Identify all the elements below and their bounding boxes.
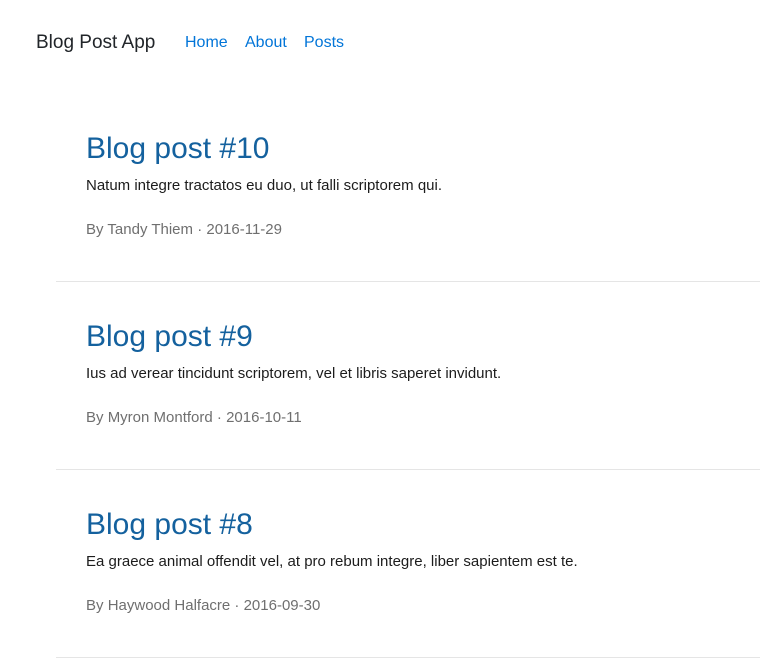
nav-link-about[interactable]: About bbox=[245, 32, 287, 54]
post-meta: By Haywood Halfacre · 2016-09-30 bbox=[86, 596, 320, 616]
post-date: 2016-10-11 bbox=[226, 409, 302, 426]
brand-link[interactable]: Blog Post App bbox=[36, 31, 155, 55]
post-item: Blog post #8 Ea graece animal offendit v… bbox=[56, 507, 760, 658]
meta-separator: · bbox=[216, 409, 222, 426]
post-meta: By Tandy Thiem · 2016-11-29 bbox=[86, 220, 282, 240]
author-prefix: By bbox=[86, 221, 104, 238]
nav-link-posts[interactable]: Posts bbox=[304, 32, 344, 54]
meta-separator: · bbox=[234, 597, 240, 614]
post-author: Haywood Halfacre bbox=[107, 597, 231, 614]
author-prefix: By bbox=[86, 409, 104, 426]
nav-link-home[interactable]: Home bbox=[185, 32, 228, 54]
post-author: Tandy Thiem bbox=[107, 221, 194, 238]
post-title-link[interactable]: Blog post #10 bbox=[86, 131, 269, 167]
post-meta: By Myron Montford · 2016-10-11 bbox=[86, 408, 302, 428]
navbar: Blog Post App Home About Posts bbox=[0, 0, 760, 86]
post-title-link[interactable]: Blog post #9 bbox=[86, 319, 253, 355]
post-excerpt: Natum integre tractatos eu duo, ut falli… bbox=[86, 177, 443, 194]
post-item: Blog post #10 Natum integre tractatos eu… bbox=[56, 131, 760, 282]
post-title-link[interactable]: Blog post #8 bbox=[86, 507, 253, 543]
post-date: 2016-11-29 bbox=[206, 221, 282, 238]
meta-separator: · bbox=[197, 221, 203, 238]
post-date: 2016-09-30 bbox=[243, 597, 321, 614]
post-author: Myron Montford bbox=[107, 409, 213, 426]
author-prefix: By bbox=[86, 597, 104, 614]
post-excerpt: Ea graece animal offendit vel, at pro re… bbox=[86, 553, 578, 570]
post-item: Blog post #9 Ius ad verear tincidunt scr… bbox=[56, 319, 760, 470]
post-excerpt: Ius ad verear tincidunt scriptorem, vel … bbox=[86, 365, 502, 382]
